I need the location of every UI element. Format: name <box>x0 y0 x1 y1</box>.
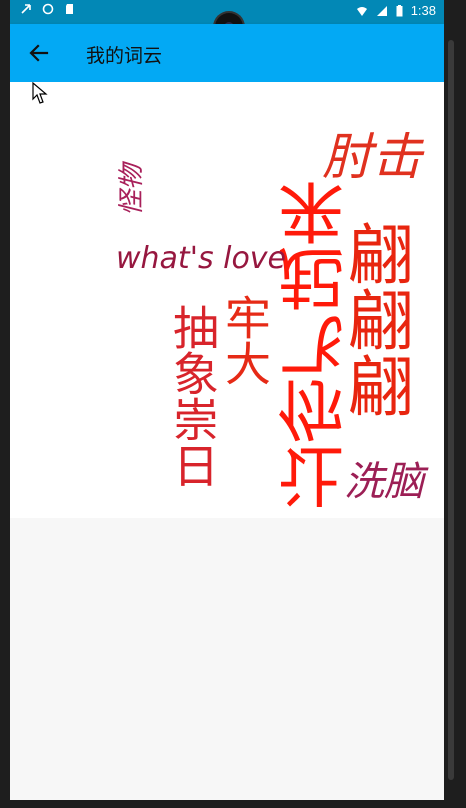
battery-icon <box>396 4 403 16</box>
cloud-word-3: 让你飞起来 <box>267 180 344 510</box>
back-button[interactable] <box>24 38 54 68</box>
cloud-word-4: what's love <box>116 241 287 276</box>
missed-call-icon <box>21 4 31 14</box>
signal-icon <box>376 5 387 16</box>
device-frame-right <box>444 0 466 808</box>
status-time: 1:38 <box>410 3 436 18</box>
status-left-icons <box>20 3 76 15</box>
app-bar: 我的词云 <box>10 24 444 82</box>
cloud-word-5: 翩翩翩 <box>337 220 414 418</box>
cloud-word-8: 洗脑 <box>344 459 424 505</box>
word-cloud: 肘击 怪物 让你飞起来 what's love 翩翩翩 牢大 抽象崇日 洗脑 <box>10 82 444 518</box>
empty-content-area <box>10 518 444 800</box>
sd-card-icon <box>66 4 73 14</box>
wifi-icon <box>356 6 367 16</box>
cloud-word-2: 怪物 <box>117 163 148 217</box>
phone-screen: 1:38 我的词云 肘击 怪物 让你飞起来 what's love 翩翩翩 牢大… <box>10 0 444 800</box>
sync-icon <box>42 3 54 15</box>
status-right-icons: 1:38 <box>356 3 436 18</box>
device-frame-left <box>0 0 10 808</box>
device-frame-edge <box>448 40 454 780</box>
cloud-word-6: 牢大 <box>218 294 272 386</box>
page-title: 我的词云 <box>86 45 163 67</box>
arrow-left-icon <box>29 44 49 62</box>
cloud-word-1: 肘击 <box>322 128 422 186</box>
cloud-word-7: 抽象崇日 <box>166 304 220 488</box>
mouse-pointer-icon <box>32 82 48 104</box>
